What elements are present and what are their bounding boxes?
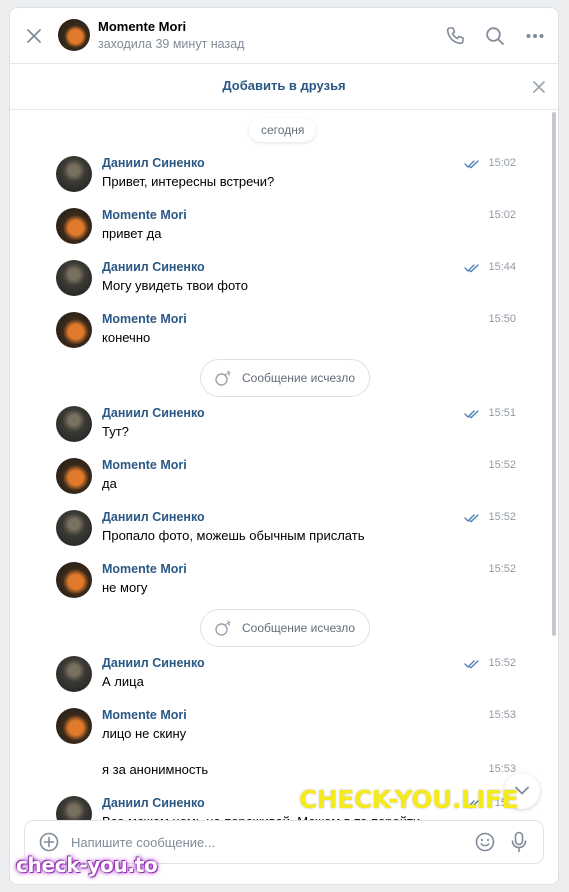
message: Momente Mori не могу 15:52 — [56, 562, 516, 608]
chat-title[interactable]: Momente Mori — [98, 19, 186, 34]
message-text: Привет, интересны встречи? — [102, 174, 275, 189]
message-author[interactable]: Даниил Синенко — [102, 260, 205, 274]
message-text: не могу — [102, 580, 148, 595]
message-time: 15:52 — [488, 657, 516, 669]
avatar[interactable] — [56, 656, 92, 692]
watermark-logo: check-you.to — [16, 853, 158, 877]
message-time: 15:02 — [488, 209, 516, 221]
message-author[interactable]: Momente Mori — [102, 312, 187, 326]
scrollbar[interactable] — [552, 112, 556, 636]
message: Momente Mori да 15:52 — [56, 458, 516, 504]
message: я за анонимность 15:53 — [56, 744, 516, 790]
message: Momente Mori привет да 15:02 — [56, 208, 516, 254]
message-text: я за анонимность — [102, 762, 209, 777]
close-icon[interactable] — [532, 80, 546, 94]
bomb-icon — [215, 620, 231, 636]
avatar[interactable] — [56, 312, 92, 348]
avatar[interactable] — [56, 562, 92, 598]
avatar[interactable] — [56, 510, 92, 546]
double-check-icon — [464, 660, 479, 669]
avatar[interactable] — [56, 708, 92, 744]
message-author[interactable]: Momente Mori — [102, 208, 187, 222]
message-author[interactable]: Momente Mori — [102, 562, 187, 576]
message: Momente Mori конечно 15:50 — [56, 312, 516, 358]
message-time: 15:52 — [488, 459, 516, 471]
message-text: лицо не скину — [102, 726, 187, 741]
message-time: 15:53 — [488, 709, 516, 721]
system-message: Сообщение исчезло — [200, 359, 370, 397]
message-text: Тут? — [102, 424, 129, 439]
avatar[interactable] — [58, 19, 90, 51]
message-author[interactable]: Даниил Синенко — [102, 156, 205, 170]
message-time: 15:51 — [488, 407, 516, 419]
system-message-text: Сообщение исчезло — [242, 371, 356, 385]
message-author[interactable]: Momente Mori — [102, 458, 187, 472]
chat-status: заходила 39 минут назад — [98, 37, 245, 51]
message: Даниил Синенко Могу увидеть твои фото 15… — [56, 260, 516, 306]
message-author[interactable]: Даниил Синенко — [102, 406, 205, 420]
message-text: Могу увидеть твои фото — [102, 278, 248, 293]
system-message: Сообщение исчезло — [200, 609, 370, 647]
message-author[interactable]: Даниил Синенко — [102, 656, 205, 670]
add-friend-bar: Добавить в друзья — [10, 64, 558, 110]
avatar[interactable] — [56, 406, 92, 442]
chat-header: Momente Mori заходила 39 минут назад — [10, 8, 558, 64]
message-text: да — [102, 476, 117, 491]
double-check-icon — [464, 264, 479, 273]
system-message-text: Сообщение исчезло — [242, 621, 356, 635]
plus-icon[interactable] — [39, 832, 59, 852]
search-icon[interactable] — [484, 25, 506, 47]
close-icon[interactable] — [24, 26, 44, 46]
double-check-icon — [464, 160, 479, 169]
message-author[interactable]: Даниил Синенко — [102, 796, 205, 810]
smile-icon[interactable] — [475, 832, 495, 852]
avatar[interactable] — [56, 208, 92, 244]
message-text: конечно — [102, 330, 151, 345]
message-time: 15:53 — [488, 763, 516, 775]
message-author[interactable]: Даниил Синенко — [102, 510, 205, 524]
double-check-icon — [464, 514, 479, 523]
mic-icon[interactable] — [509, 831, 529, 853]
more-icon[interactable] — [524, 25, 546, 47]
avatar[interactable] — [56, 156, 92, 192]
bomb-icon — [215, 370, 231, 386]
message: Даниил Синенко Пропало фото, можешь обыч… — [56, 510, 516, 556]
chat-window: Momente Mori заходила 39 минут назад Доб… — [9, 7, 559, 885]
phone-icon[interactable] — [444, 25, 466, 47]
date-separator: сегодня — [249, 118, 317, 142]
message-time: 15:50 — [488, 313, 516, 325]
message-author[interactable]: Momente Mori — [102, 708, 187, 722]
double-check-icon — [464, 410, 479, 419]
message: Даниил Синенко А лица 15:52 — [56, 656, 516, 702]
message: Даниил Синенко Привет, интересны встречи… — [56, 156, 516, 202]
message-text: А лица — [102, 674, 144, 689]
message-text: Пропало фото, можешь обычным прислать — [102, 528, 365, 543]
message-time: 15:52 — [488, 563, 516, 575]
avatar[interactable] — [56, 260, 92, 296]
avatar[interactable] — [56, 458, 92, 494]
message-text: привет да — [102, 226, 162, 241]
message-time: 15:44 — [488, 261, 516, 273]
add-friend-button[interactable]: Добавить в друзья — [222, 78, 345, 93]
watermark-logo: CHECK-YOU.LIFE — [299, 785, 519, 814]
message-time: 15:52 — [488, 511, 516, 523]
message-time: 15:02 — [488, 157, 516, 169]
message: Даниил Синенко Тут? 15:51 — [56, 406, 516, 452]
